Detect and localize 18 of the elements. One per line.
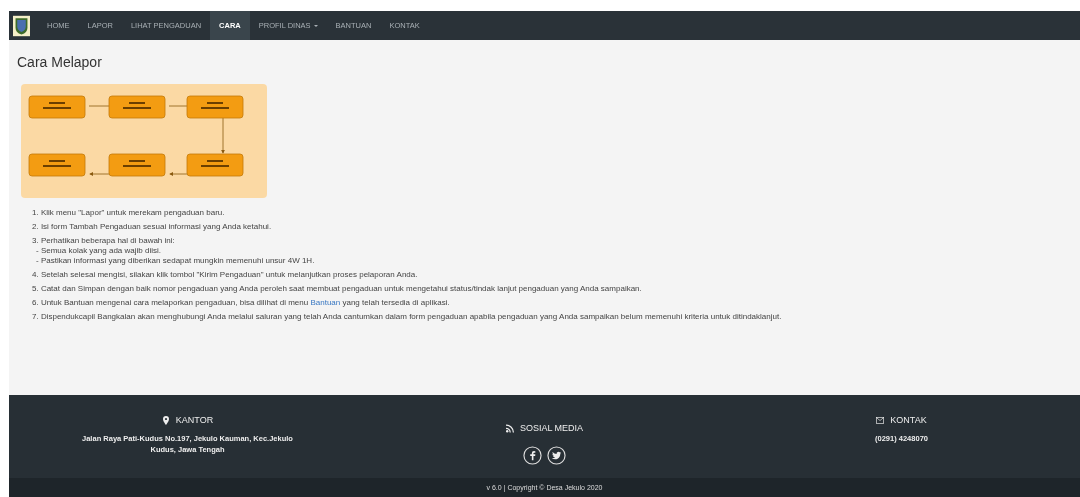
footer-heading: KANTOR: [175, 415, 214, 425]
help-link[interactable]: Bantuan: [310, 298, 341, 307]
footer-heading: KONTAK: [890, 415, 927, 425]
twitter-icon[interactable]: [547, 446, 566, 465]
instruction-text: 4. Setelah selesai mengisi, silakan klik tombol "Kirim Pengaduan" untuk melanjutkan proses pelaporan Anda.: [32, 270, 419, 280]
envelope-icon: [876, 415, 885, 425]
page-title: Cara Melapor: [17, 54, 103, 70]
instruction-text: 3. Perhatikan beberapa hal di bawah ini: - Semua kolak yang ada wajib diisi. - Pastikan informasi yang diberikan sedapat mungkin memenuhi unsur 4W 1H.: [32, 236, 316, 266]
footer-heading: SOSIAL MEDIA: [519, 423, 584, 433]
map-pin-icon: [161, 415, 170, 425]
instruction-text: 5. Catat dan Simpan dengan baik nomor pengaduan yang Anda peroleh saat membuat pengaduan untuk mengetahui status/tindak lanjut pengaduan yang Anda sampaikan.: [32, 284, 643, 294]
instruction-text: 6. Untuk Bantuan mengenai cara melaporkan pengaduan, bisa dilihat di menu Bantuan yang telah tersedia di aplikasi.: [32, 298, 451, 308]
facebook-icon[interactable]: [523, 446, 542, 465]
emblem-logo: [13, 14, 30, 37]
instruction-text: 7. Dispendukcapil Bangkalan akan menghubungi Anda melalui saluran yang telah Anda cantumkan dalam form pengaduan apabila pengaduan yang Anda sampaikan belum memenuhi kriteria untuk ditindaklanjut.: [32, 312, 783, 322]
rss-icon: [505, 423, 514, 433]
instruction-text: 2. Isi form Tambah Pengaduan sesuai informasi yang Anda ketahui.: [32, 222, 273, 232]
instruction-text: 1. Klik menu "Lapor" untuk merekam pengaduan baru.: [32, 208, 226, 218]
